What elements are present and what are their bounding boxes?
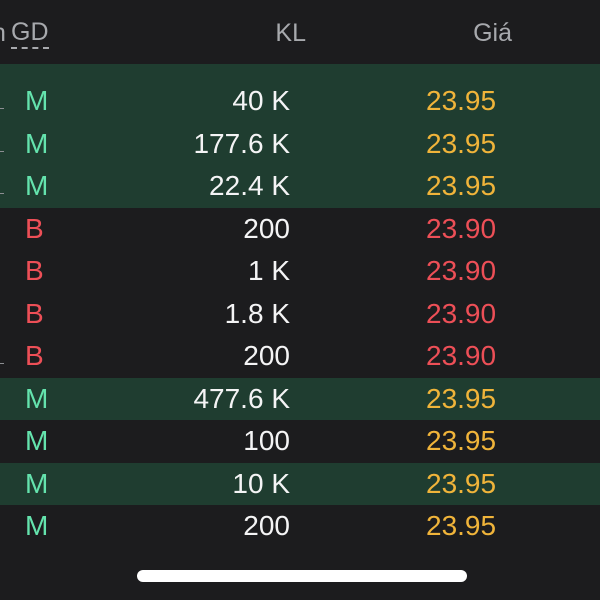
trade-volume: 22.4 K (209, 170, 290, 201)
trade-list[interactable]: M 5 K 23.95 M 40 K 23.95 M 177.6 K 23.95… (0, 34, 600, 548)
trade-row: M 200 23.95 (0, 505, 600, 548)
header-volume-label[interactable]: KL (240, 18, 306, 48)
trade-side: B (25, 255, 44, 286)
trade-side: B (25, 297, 44, 329)
home-indicator[interactable] (137, 570, 467, 582)
trade-volume: 200 (243, 212, 290, 244)
trade-side: M (25, 467, 49, 499)
trade-price: 23.95 (426, 467, 497, 499)
trade-volume: 1.8 K (224, 297, 290, 329)
row-edge-mark (0, 150, 4, 152)
trade-row: B 1.8 K 23.90 (0, 293, 600, 336)
trade-side: M (25, 510, 49, 541)
trade-side: M (25, 425, 49, 456)
trade-volume: 477.6 K (193, 382, 290, 414)
row-edge-mark (0, 108, 4, 109)
trade-price: 23.90 (426, 297, 497, 329)
trade-row: M 100 23.95 (0, 420, 600, 463)
trade-side: B (25, 340, 44, 371)
trade-price: 23.95 (426, 425, 497, 456)
trade-side: M (25, 382, 49, 414)
trade-price: 23.95 (426, 127, 497, 159)
header-cut-column-label: n (0, 18, 6, 48)
trade-row: B 1 K 23.90 (0, 250, 600, 293)
trade-price: 23.90 (426, 212, 497, 244)
trade-side: B (25, 212, 44, 244)
trade-row: M 10 K 23.95 (0, 462, 600, 505)
trade-row: M 477.6 K 23.95 (0, 377, 600, 420)
trade-price: 23.95 (426, 510, 497, 541)
trade-row: M 22.4 K 23.95 (0, 165, 600, 208)
trade-volume: 100 (243, 425, 290, 456)
trade-side: M (25, 85, 49, 116)
row-edge-mark (0, 193, 4, 194)
trade-volume: 10 K (232, 467, 290, 499)
trade-price: 23.95 (426, 85, 497, 116)
trade-volume: 1 K (247, 255, 290, 286)
trade-row: B 200 23.90 (0, 208, 600, 251)
trade-volume: 40 K (232, 85, 290, 116)
trade-volume: 177.6 K (193, 127, 290, 159)
trade-row: M 177.6 K 23.95 (0, 122, 600, 165)
trade-row: M 40 K 23.95 (0, 80, 600, 123)
trade-price: 23.90 (426, 340, 497, 371)
trade-side: M (25, 127, 49, 159)
trade-price: 23.90 (426, 255, 497, 286)
trade-price: 23.95 (426, 382, 497, 414)
header-price-label[interactable]: Giá (440, 18, 512, 48)
header-side-label[interactable]: GD (11, 18, 49, 49)
trade-side: M (25, 170, 49, 201)
trade-row: B 200 23.90 (0, 335, 600, 378)
table-header: n GD KL Giá (0, 0, 600, 64)
trade-history-screen: M 5 K 23.95 M 40 K 23.95 M 177.6 K 23.95… (0, 0, 600, 600)
trade-price: 23.95 (426, 170, 497, 201)
row-edge-mark (0, 363, 4, 364)
trade-volume: 200 (243, 340, 290, 371)
trade-volume: 200 (243, 510, 290, 541)
